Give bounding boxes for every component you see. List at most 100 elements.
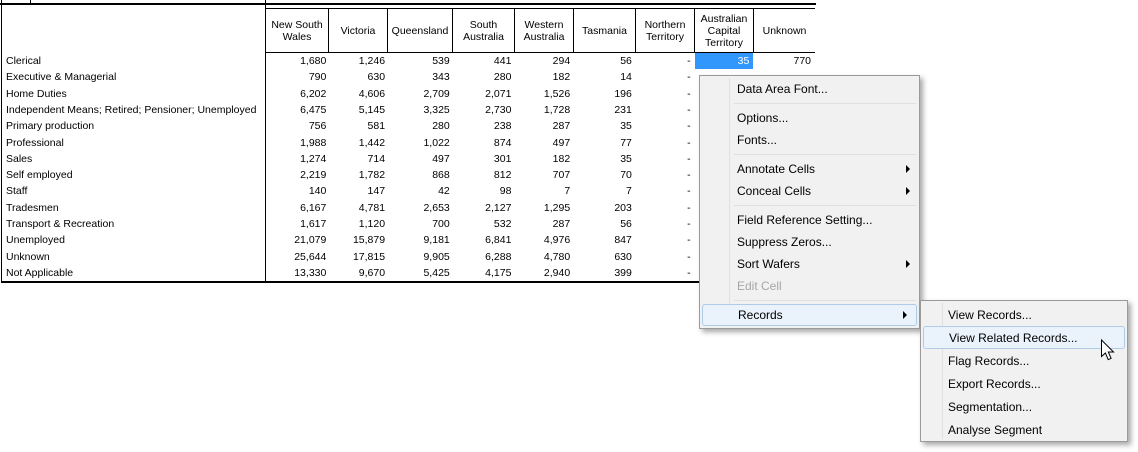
cell-self-employed-northern-territory[interactable]: -: [636, 167, 695, 183]
cell-independent-means-retired-pensioner-unemployed-new-south-wales[interactable]: 6,475: [268, 102, 331, 118]
cell-unknown-tasmania[interactable]: 630: [574, 248, 636, 264]
cell-clerical-northern-territory[interactable]: -: [636, 53, 695, 69]
row-label-independent-means-retired-pensioner-unemployed[interactable]: Independent Means; Retired; Pensioner; U…: [2, 104, 268, 116]
cell-executive-managerial-northern-territory[interactable]: -: [636, 69, 695, 85]
column-header-australian-capital-territory[interactable]: Australian Capital Territory: [694, 8, 753, 53]
menu-item-flag-records[interactable]: Flag Records...: [921, 349, 1127, 372]
row-label-clerical[interactable]: Clerical: [2, 55, 268, 67]
cell-clerical-south-australia[interactable]: 441: [454, 53, 516, 69]
cell-home-duties-new-south-wales[interactable]: 6,202: [268, 86, 331, 102]
column-header-western-australia[interactable]: Western Australia: [514, 8, 573, 53]
cell-unemployed-victoria[interactable]: 15,879: [330, 232, 389, 248]
cell-executive-managerial-new-south-wales[interactable]: 790: [268, 69, 331, 85]
cell-home-duties-victoria[interactable]: 4,606: [330, 86, 389, 102]
cell-transport-recreation-victoria[interactable]: 1,120: [330, 216, 389, 232]
cell-staff-victoria[interactable]: 147: [330, 183, 389, 199]
cell-transport-recreation-northern-territory[interactable]: -: [636, 216, 695, 232]
cell-independent-means-retired-pensioner-unemployed-south-australia[interactable]: 2,730: [454, 102, 516, 118]
row-label-professional[interactable]: Professional: [2, 137, 268, 149]
cell-sales-victoria[interactable]: 714: [330, 151, 389, 167]
cell-home-duties-western-australia[interactable]: 1,526: [515, 86, 574, 102]
row-label-not-applicable[interactable]: Not Applicable: [2, 267, 268, 279]
cell-independent-means-retired-pensioner-unemployed-western-australia[interactable]: 1,728: [515, 102, 574, 118]
row-label-sales[interactable]: Sales: [2, 153, 268, 165]
cell-home-duties-tasmania[interactable]: 196: [574, 86, 636, 102]
cell-executive-managerial-western-australia[interactable]: 182: [515, 69, 574, 85]
cell-professional-western-australia[interactable]: 497: [515, 134, 574, 150]
cell-staff-queensland[interactable]: 42: [389, 183, 454, 199]
cell-independent-means-retired-pensioner-unemployed-victoria[interactable]: 5,145: [330, 102, 389, 118]
cell-tradesmen-south-australia[interactable]: 2,127: [454, 200, 516, 216]
cell-not-applicable-new-south-wales[interactable]: 13,330: [268, 265, 331, 281]
cell-sales-northern-territory[interactable]: -: [636, 151, 695, 167]
cell-tradesmen-western-australia[interactable]: 1,295: [515, 200, 574, 216]
row-label-unknown[interactable]: Unknown: [2, 251, 268, 263]
column-header-queensland[interactable]: Queensland: [387, 8, 452, 53]
cell-unemployed-tasmania[interactable]: 847: [574, 232, 636, 248]
cell-clerical-tasmania[interactable]: 56: [574, 53, 636, 69]
menu-item-field-reference-setting[interactable]: Field Reference Setting...: [700, 209, 919, 231]
column-header-unknown[interactable]: Unknown: [753, 8, 815, 53]
cell-unknown-south-australia[interactable]: 6,288: [454, 248, 516, 264]
cell-professional-northern-territory[interactable]: -: [636, 134, 695, 150]
cell-not-applicable-western-australia[interactable]: 2,940: [515, 265, 574, 281]
cell-tradesmen-northern-territory[interactable]: -: [636, 200, 695, 216]
cell-transport-recreation-new-south-wales[interactable]: 1,617: [268, 216, 331, 232]
cell-professional-tasmania[interactable]: 77: [574, 134, 636, 150]
cell-self-employed-western-australia[interactable]: 707: [515, 167, 574, 183]
cell-not-applicable-northern-territory[interactable]: -: [636, 265, 695, 281]
cell-sales-south-australia[interactable]: 301: [454, 151, 516, 167]
cell-unknown-victoria[interactable]: 17,815: [330, 248, 389, 264]
cell-clerical-queensland[interactable]: 539: [389, 53, 454, 69]
menu-item-fonts[interactable]: Fonts...: [700, 129, 919, 151]
column-header-tasmania[interactable]: Tasmania: [573, 8, 635, 53]
cell-executive-managerial-victoria[interactable]: 630: [330, 69, 389, 85]
cell-unknown-queensland[interactable]: 9,905: [389, 248, 454, 264]
cell-primary-production-western-australia[interactable]: 287: [515, 118, 574, 134]
menu-item-options[interactable]: Options...: [700, 107, 919, 129]
cell-tradesmen-queensland[interactable]: 2,653: [389, 200, 454, 216]
cell-staff-northern-territory[interactable]: -: [636, 183, 695, 199]
menu-item-records[interactable]: Records: [702, 304, 917, 326]
menu-item-suppress-zeros[interactable]: Suppress Zeros...: [700, 231, 919, 253]
cell-clerical-unknown[interactable]: 770: [753, 53, 815, 69]
cell-primary-production-new-south-wales[interactable]: 756: [268, 118, 331, 134]
row-label-staff[interactable]: Staff: [2, 185, 268, 197]
cell-home-duties-northern-territory[interactable]: -: [636, 86, 695, 102]
cell-professional-new-south-wales[interactable]: 1,988: [268, 134, 331, 150]
row-label-self-employed[interactable]: Self employed: [2, 169, 268, 181]
cell-sales-new-south-wales[interactable]: 1,274: [268, 151, 331, 167]
cell-unemployed-northern-territory[interactable]: -: [636, 232, 695, 248]
cell-not-applicable-victoria[interactable]: 9,670: [330, 265, 389, 281]
cell-unemployed-queensland[interactable]: 9,181: [389, 232, 454, 248]
cell-primary-production-victoria[interactable]: 581: [330, 118, 389, 134]
cell-tradesmen-new-south-wales[interactable]: 6,167: [268, 200, 331, 216]
cell-independent-means-retired-pensioner-unemployed-tasmania[interactable]: 231: [574, 102, 636, 118]
cell-primary-production-northern-territory[interactable]: -: [636, 118, 695, 134]
cell-staff-western-australia[interactable]: 7: [515, 183, 574, 199]
menu-item-analyse-segment[interactable]: Analyse Segment: [921, 418, 1127, 441]
cell-transport-recreation-south-australia[interactable]: 532: [454, 216, 516, 232]
cell-not-applicable-queensland[interactable]: 5,425: [389, 265, 454, 281]
cell-professional-south-australia[interactable]: 874: [454, 134, 516, 150]
cell-self-employed-victoria[interactable]: 1,782: [330, 167, 389, 183]
cell-executive-managerial-queensland[interactable]: 343: [389, 69, 454, 85]
cell-executive-managerial-tasmania[interactable]: 14: [574, 69, 636, 85]
cell-staff-new-south-wales[interactable]: 140: [268, 183, 331, 199]
menu-item-view-records[interactable]: View Records...: [921, 303, 1127, 326]
cell-professional-victoria[interactable]: 1,442: [330, 134, 389, 150]
cell-primary-production-queensland[interactable]: 280: [389, 118, 454, 134]
menu-item-data-area-font[interactable]: Data Area Font...: [700, 78, 919, 100]
selected-cell[interactable]: 35: [695, 53, 754, 69]
cell-tradesmen-tasmania[interactable]: 203: [574, 200, 636, 216]
row-label-unemployed[interactable]: Unemployed: [2, 234, 268, 246]
cell-staff-south-australia[interactable]: 98: [454, 183, 516, 199]
cell-executive-managerial-south-australia[interactable]: 280: [454, 69, 516, 85]
cell-clerical-western-australia[interactable]: 294: [515, 53, 574, 69]
row-label-primary-production[interactable]: Primary production: [2, 120, 268, 132]
row-label-tradesmen[interactable]: Tradesmen: [2, 202, 268, 214]
cell-unemployed-south-australia[interactable]: 6,841: [454, 232, 516, 248]
cell-clerical-victoria[interactable]: 1,246: [330, 53, 389, 69]
cell-professional-queensland[interactable]: 1,022: [389, 134, 454, 150]
column-header-victoria[interactable]: Victoria: [328, 8, 387, 53]
